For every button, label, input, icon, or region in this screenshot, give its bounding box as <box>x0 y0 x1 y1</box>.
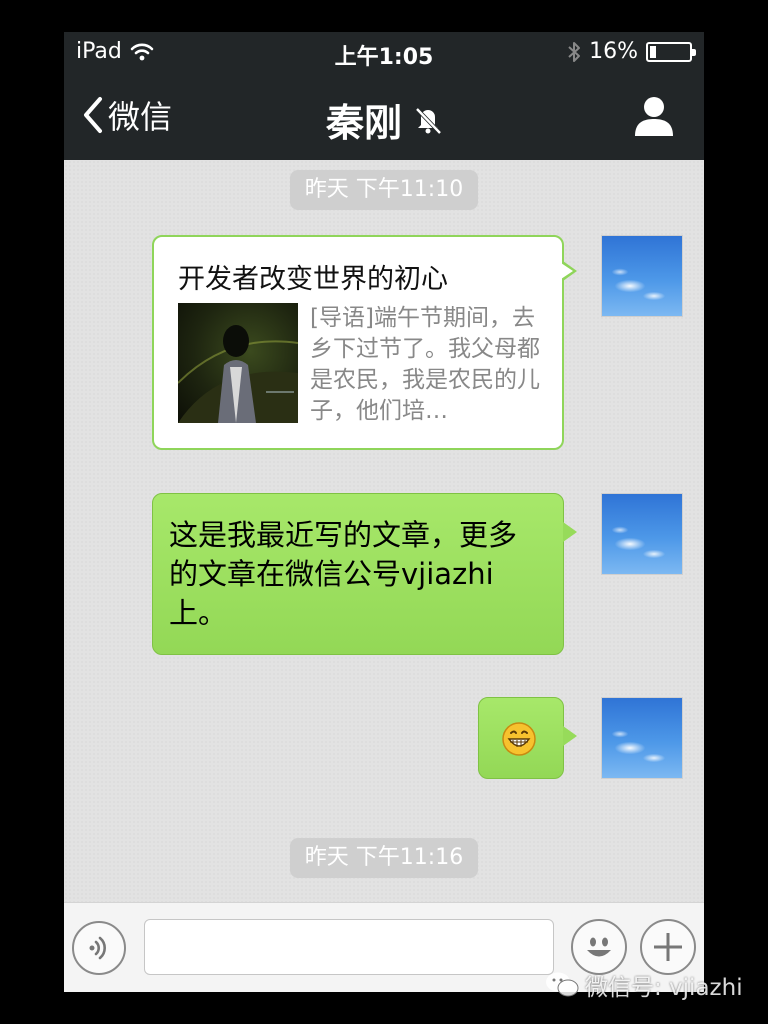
watermark-text: 微信号: vjiazhi <box>585 975 743 1001</box>
grinning-face-emoji <box>502 722 536 756</box>
avatar[interactable] <box>601 493 683 575</box>
bubble-tail <box>561 261 577 281</box>
smiley-icon <box>587 937 611 957</box>
profile-button[interactable] <box>632 94 676 138</box>
plus-icon <box>654 933 682 961</box>
emoji-button[interactable] <box>571 919 627 975</box>
nav-bar: 微信 秦刚 <box>64 72 704 160</box>
article-thumbnail <box>178 303 298 423</box>
battery-icon <box>646 41 696 62</box>
avatar[interactable] <box>601 697 683 779</box>
status-bar: iPad 上午1:05 16% <box>64 32 704 72</box>
time-stamp: 昨天 下午11:16 <box>290 838 478 878</box>
time-stamp: 昨天 下午11:10 <box>290 170 478 210</box>
bubble-tail <box>563 726 577 746</box>
emoji-message-bubble[interactable] <box>478 697 577 779</box>
wechat-logo-icon <box>546 972 579 997</box>
person-icon <box>635 97 673 136</box>
message-list[interactable]: 昨天 下午11:10 开发者改变世界的初心 [导语]端午节期间，去乡下过节了。我… <box>64 160 704 902</box>
text-message-bubble[interactable]: 这是我最近写的文章，更多的文章在微信公号vjiazhi上。 <box>152 493 577 655</box>
voice-icon <box>89 936 106 960</box>
mute-bell-icon <box>415 107 442 134</box>
message-input[interactable] <box>144 919 554 975</box>
chat-screen: iPad 上午1:05 16% 微信 秦刚 昨天 下午11:10 开发者改变世界… <box>64 32 704 992</box>
message-text: 这是我最近写的文章，更多的文章在微信公号vjiazhi上。 <box>169 518 518 630</box>
article-card[interactable]: 开发者改变世界的初心 [导语]端午节期间，去乡下过节了。我父母都是农民，我是农民… <box>152 235 577 450</box>
battery-percent: 16% <box>589 39 638 64</box>
chat-title: 秦刚 <box>325 101 402 145</box>
watermark: 微信号: vjiazhi <box>545 968 743 1002</box>
more-button[interactable] <box>640 919 696 975</box>
bubble-tail <box>563 522 577 542</box>
voice-button[interactable] <box>72 921 126 975</box>
article-summary: [导语]端午节期间，去乡下过节了。我父母都是农民，我是农民的儿子，他们培… <box>310 305 540 424</box>
article-title: 开发者改变世界的初心 <box>178 264 448 295</box>
battery-fill <box>650 45 656 58</box>
avatar[interactable] <box>601 235 683 317</box>
bluetooth-icon <box>568 41 581 62</box>
